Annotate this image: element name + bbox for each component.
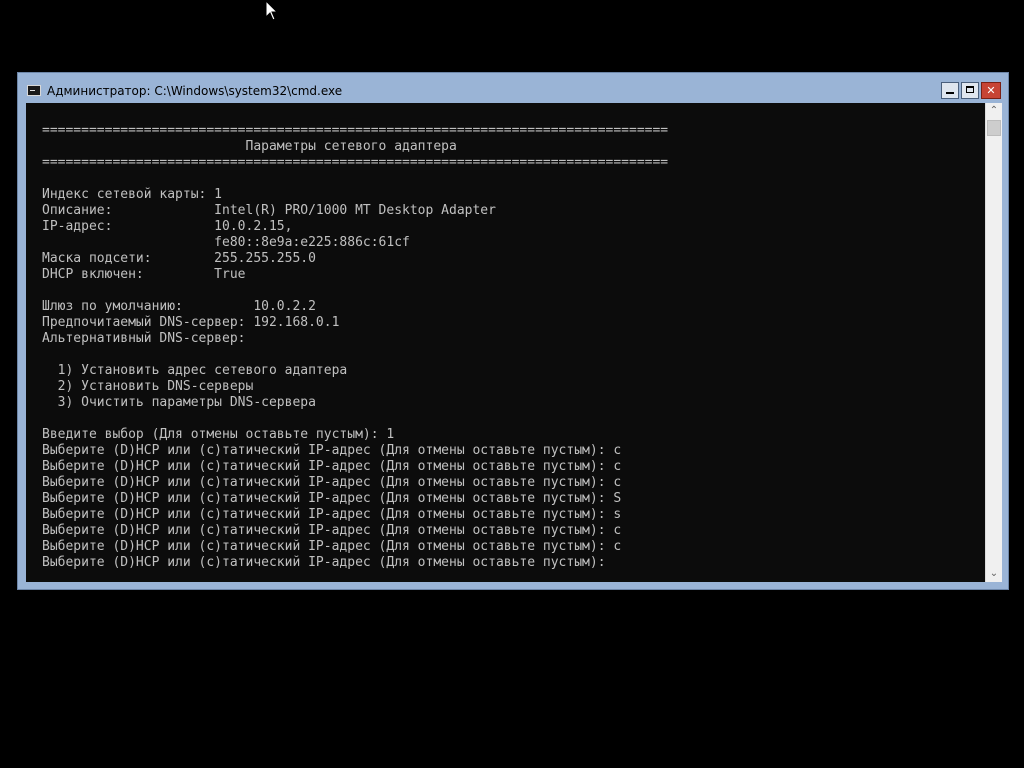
chevron-down-icon[interactable]: ⌄ [986, 566, 1002, 582]
chevron-up-icon[interactable]: ⌃ [986, 103, 1002, 119]
minimize-icon [946, 92, 954, 94]
window-title: Администратор: C:\Windows\system32\cmd.e… [47, 84, 343, 98]
console-line: Выберите (D)HCP или (с)татический IP-адр… [42, 459, 622, 474]
console-line: 2) Установить DNS-серверы [42, 379, 254, 394]
console-line: IP-адрес: 10.0.2.15, [42, 219, 293, 234]
console-line: Выберите (D)HCP или (с)татический IP-адр… [42, 539, 622, 554]
console-line: Выберите (D)HCP или (с)татический IP-адр… [42, 507, 622, 522]
console-output[interactable]: ========================================… [26, 103, 985, 582]
maximize-button[interactable] [961, 82, 979, 99]
console-line: Выберите (D)HCP или (с)татический IP-адр… [42, 491, 622, 506]
console-line: 3) Очистить параметры DNS-сервера [42, 395, 316, 410]
console-line: Введите выбор (Для отмены оставьте пусты… [42, 427, 395, 442]
title-bar[interactable]: Администратор: C:\Windows\system32\cmd.e… [18, 73, 1008, 103]
console-line: Предпочитаемый DNS-сервер: 192.168.0.1 [42, 315, 340, 330]
console-line: fe80::8e9a:e225:886c:61cf [42, 235, 410, 250]
console-line: Маска подсети: 255.255.255.0 [42, 251, 316, 266]
cmd-window[interactable]: Администратор: C:\Windows\system32\cmd.e… [17, 72, 1009, 590]
console-line: Альтернативный DNS-сервер: [42, 331, 246, 346]
close-icon: ✕ [986, 84, 996, 97]
console-line: Описание: Intel(R) PRO/1000 MT Desktop A… [42, 203, 496, 218]
console-line: Индекс сетевой карты: 1 [42, 187, 223, 202]
console-line: Выберите (D)HCP или (с)татический IP-адр… [42, 523, 622, 538]
scrollbar-thumb[interactable] [987, 120, 1001, 136]
console-line: Шлюз по умолчанию: 10.0.2.2 [42, 299, 316, 314]
maximize-icon [966, 86, 974, 93]
console-line: DHCP включен: True [42, 267, 246, 282]
console-app-icon [27, 85, 41, 96]
console-line: Параметры сетевого адаптера [42, 139, 457, 154]
console-line: 1) Установить адрес сетевого адаптера [42, 363, 348, 378]
console-line: ========================================… [42, 123, 669, 138]
console-line: Выберите (D)HCP или (с)татический IP-адр… [42, 475, 622, 490]
console-line: ========================================… [42, 155, 669, 170]
close-button[interactable]: ✕ [981, 82, 1001, 99]
console-prompt-line[interactable]: Выберите (D)HCP или (с)татический IP-адр… [42, 555, 606, 571]
console-line: Выберите (D)HCP или (с)татический IP-адр… [42, 443, 622, 458]
minimize-button[interactable] [941, 82, 959, 99]
vertical-scrollbar[interactable]: ⌃ ⌄ [985, 103, 1002, 582]
mouse-pointer-icon [265, 0, 279, 21]
